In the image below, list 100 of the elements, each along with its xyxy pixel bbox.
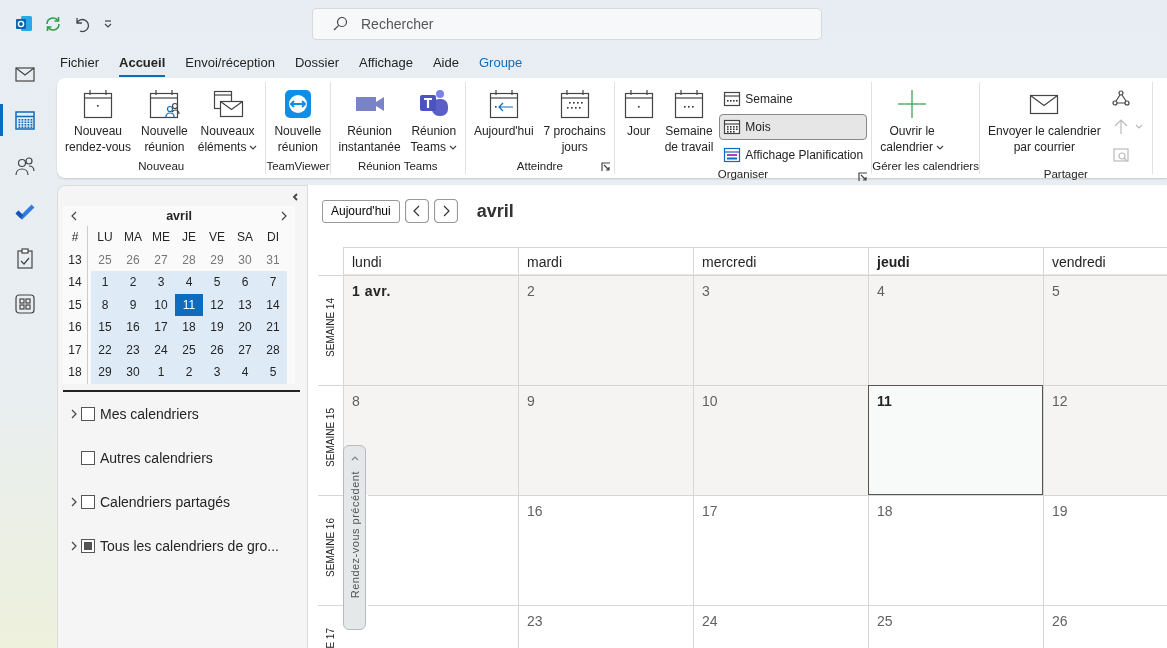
- calendar-day[interactable]: 7: [259, 271, 287, 294]
- calendar-day[interactable]: 26: [119, 248, 147, 271]
- ribbon-button[interactable]: Mois: [719, 114, 868, 140]
- search-field[interactable]: Rechercher: [312, 8, 822, 40]
- calendar-day[interactable]: 6: [231, 271, 259, 294]
- calendar-day[interactable]: 31: [259, 248, 287, 271]
- ribbon-button[interactable]: Semaine: [719, 86, 868, 112]
- ribbon-tab[interactable]: Envoi/réception: [185, 49, 275, 77]
- sync-icon[interactable]: [44, 15, 62, 33]
- calendar-day[interactable]: 8: [91, 293, 119, 316]
- folder-label[interactable]: Mes calendriers: [100, 405, 199, 422]
- ribbon-button[interactable]: Réunion Teams: [406, 85, 461, 158]
- ribbon-button[interactable]: Affichage Planification: [719, 142, 868, 168]
- calendar-day[interactable]: 20: [231, 316, 259, 339]
- calendar-day[interactable]: 2: [175, 361, 203, 384]
- day-cell[interactable]: 4: [868, 275, 1043, 385]
- caret-icon[interactable]: [102, 18, 114, 30]
- calendar-day[interactable]: 28: [259, 338, 287, 361]
- dialog-launcher-icon[interactable]: [600, 162, 611, 172]
- folder-label[interactable]: Tous les calendriers de gro...: [100, 537, 279, 554]
- checkbox[interactable]: [81, 494, 95, 509]
- calendar-day[interactable]: 2: [119, 271, 147, 294]
- today-button[interactable]: Aujourd'hui: [322, 199, 400, 223]
- calendar-day[interactable]: 13: [231, 293, 259, 316]
- calendar-day[interactable]: 29: [203, 248, 231, 271]
- folder-label[interactable]: Calendriers partagés: [100, 493, 230, 510]
- undo-icon[interactable]: [73, 15, 91, 33]
- calendar-day[interactable]: 14: [259, 293, 287, 316]
- calendar-day[interactable]: 24: [147, 338, 175, 361]
- checkbox[interactable]: [81, 538, 95, 553]
- day-cell[interactable]: 10: [693, 385, 868, 495]
- calendar-day[interactable]: 23: [119, 338, 147, 361]
- calendar-day[interactable]: 28: [175, 248, 203, 271]
- ribbon-button[interactable]: Nouvelle réunion: [137, 85, 192, 158]
- day-cell[interactable]: 1 avr.: [343, 275, 518, 385]
- day-cell[interactable]: 18: [868, 495, 1043, 605]
- ribbon-button[interactable]: Aujourd'hui: [469, 85, 538, 142]
- app-logo-icon[interactable]: [15, 15, 33, 33]
- ribbon-button[interactable]: Envoyer le calendrier par courrier: [983, 85, 1105, 158]
- previous-appointment-tab[interactable]: Rendez-vous précédent: [343, 445, 366, 630]
- calendar-day[interactable]: 22: [91, 338, 119, 361]
- calendar-day[interactable]: 4: [175, 271, 203, 294]
- calendar-day[interactable]: 16: [119, 316, 147, 339]
- ribbon-button[interactable]: Semaine de travail: [660, 85, 718, 158]
- day-cell[interactable]: 24: [693, 605, 868, 648]
- ribbon-button[interactable]: Ouvrir le calendrier: [876, 85, 948, 158]
- calendar-day[interactable]: 27: [231, 338, 259, 361]
- day-cell[interactable]: 11: [868, 385, 1043, 495]
- calendar-day[interactable]: 25: [91, 248, 119, 271]
- calendar-day[interactable]: 15: [91, 316, 119, 339]
- day-cell[interactable]: 2: [518, 275, 693, 385]
- calendar-day[interactable]: 17: [147, 316, 175, 339]
- calendar-day[interactable]: 19: [203, 316, 231, 339]
- calendar-day[interactable]: 12: [203, 293, 231, 316]
- calendar-day[interactable]: 21: [259, 316, 287, 339]
- calendar-day[interactable]: 1: [147, 361, 175, 384]
- dialog-launcher-icon[interactable]: [858, 172, 869, 182]
- ribbon-button[interactable]: Nouveau rendez-vous: [61, 85, 136, 158]
- ribbon-button[interactable]: Nouvelle réunion: [270, 85, 326, 158]
- calendar-day[interactable]: 1: [91, 271, 119, 294]
- calendar-day[interactable]: 3: [147, 271, 175, 294]
- ribbon-tab[interactable]: Fichier: [60, 49, 99, 77]
- chevron-right-icon[interactable]: [70, 496, 78, 507]
- day-cell[interactable]: 25: [868, 605, 1043, 648]
- ribbon-button[interactable]: Jour: [618, 85, 659, 142]
- checkbox[interactable]: [81, 450, 95, 465]
- day-cell[interactable]: 23: [518, 605, 693, 648]
- calendar-day[interactable]: 10: [147, 293, 175, 316]
- ribbon-tab[interactable]: Dossier: [294, 49, 339, 77]
- folder-label[interactable]: Autres calendriers: [100, 449, 213, 466]
- calendar-day[interactable]: 11: [175, 293, 203, 316]
- day-cell[interactable]: 16: [518, 495, 693, 605]
- calendar-day[interactable]: 5: [203, 271, 231, 294]
- day-cell[interactable]: 12: [1043, 385, 1167, 495]
- calendar-day[interactable]: 18: [175, 316, 203, 339]
- calendar-day[interactable]: 26: [203, 338, 231, 361]
- ribbon-tab[interactable]: Aide: [432, 49, 459, 77]
- day-cell[interactable]: 17: [693, 495, 868, 605]
- calendar-day[interactable]: 30: [231, 248, 259, 271]
- chevron-left-icon[interactable]: [291, 192, 301, 202]
- ribbon-tab[interactable]: Groupe: [478, 49, 523, 77]
- day-cell[interactable]: 9: [518, 385, 693, 495]
- chevron-right-icon[interactable]: [70, 540, 78, 551]
- day-cell[interactable]: 26: [1043, 605, 1167, 648]
- calendar-day[interactable]: 5: [259, 361, 287, 384]
- calendar-day[interactable]: 9: [119, 293, 147, 316]
- day-cell[interactable]: 3: [693, 275, 868, 385]
- calendar-day[interactable]: 29: [91, 361, 119, 384]
- ribbon-button[interactable]: Nouveaux éléments: [193, 85, 262, 158]
- ribbon-tab[interactable]: Affichage: [358, 49, 413, 77]
- checkbox[interactable]: [81, 406, 95, 421]
- day-cell[interactable]: 19: [1043, 495, 1167, 605]
- calendar-day[interactable]: 3: [203, 361, 231, 384]
- calendar-day[interactable]: 30: [119, 361, 147, 384]
- chevron-right-icon[interactable]: [70, 408, 78, 419]
- ribbon-button[interactable]: Réunion instantanée: [334, 85, 405, 158]
- ribbon-button[interactable]: 7 prochains jours: [539, 85, 610, 158]
- calendar-day[interactable]: 27: [147, 248, 175, 271]
- day-cell[interactable]: 5: [1043, 275, 1167, 385]
- calendar-day[interactable]: 4: [231, 361, 259, 384]
